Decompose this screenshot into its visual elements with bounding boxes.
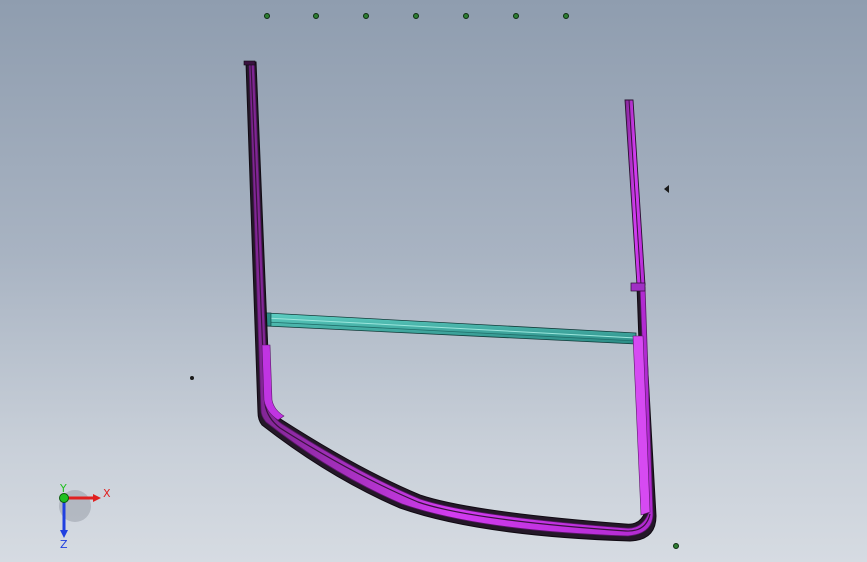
reference-point[interactable] [413, 13, 419, 19]
reference-point[interactable] [264, 13, 270, 19]
crossbar[interactable] [265, 312, 637, 345]
coordinate-triad: X Y Z [59, 482, 111, 550]
z-axis-label: Z [60, 538, 68, 550]
model-scene[interactable] [0, 0, 867, 562]
reference-point[interactable] [673, 543, 679, 549]
x-axis-label: X [103, 487, 111, 500]
reference-point[interactable] [463, 13, 469, 19]
y-axis-label: Y [59, 482, 67, 495]
reference-point[interactable] [190, 376, 194, 380]
tube-frame[interactable] [243, 60, 657, 542]
reference-point[interactable] [513, 13, 519, 19]
reference-marker[interactable] [664, 185, 669, 193]
graphics-viewport[interactable]: X Y Z [0, 0, 867, 562]
reference-point[interactable] [563, 13, 569, 19]
reference-point[interactable] [313, 13, 319, 19]
reference-point[interactable] [363, 13, 369, 19]
